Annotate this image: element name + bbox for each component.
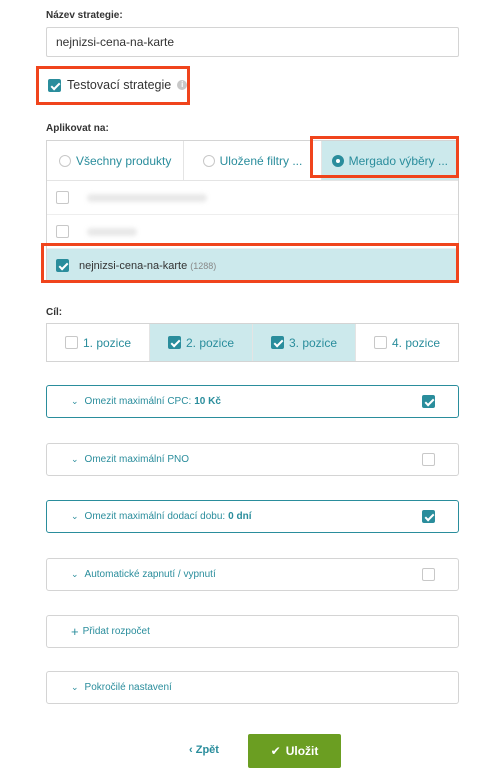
panel-label: Omezit maximální PNO — [84, 454, 190, 465]
check-icon: ✔ — [270, 744, 281, 758]
apply-to-label: Aplikovat na: — [46, 123, 109, 134]
goal-label: 2. pozice — [185, 335, 235, 350]
radio-icon — [202, 154, 215, 167]
max-cpc-checkbox[interactable] — [422, 395, 435, 408]
goal-label: 4. pozice — [391, 335, 441, 350]
chevron-down-icon: ⌄ — [71, 682, 79, 692]
chevron-left-icon: ‹ — [189, 744, 193, 756]
max-delivery-checkbox[interactable] — [422, 510, 435, 523]
checkbox — [270, 336, 284, 349]
panel-label: Automatické zapnutí / vypnutí — [84, 569, 216, 580]
tab-all-products[interactable]: Všechny produkty — [47, 141, 185, 180]
goal-label: Cíl: — [46, 307, 63, 318]
save-label: Uložit — [285, 744, 319, 758]
info-icon[interactable]: i — [177, 80, 188, 90]
checkbox — [167, 336, 181, 349]
chevron-down-icon: ⌄ — [71, 396, 79, 406]
panel-label: Pokročilé nastavení — [84, 682, 172, 693]
goal-option-3[interactable]: 3. pozice — [253, 324, 356, 361]
test-strategy-label: Testovací strategie — [67, 78, 172, 92]
panel-value: 10 Kč — [194, 396, 221, 407]
goal-options: 1. pozice 2. pozice 3. pozice 4. pozice — [46, 323, 459, 362]
strategy-name-input[interactable]: nejnizsi-cena-na-karte — [46, 27, 459, 57]
test-strategy-row[interactable]: Testovací strategie i — [48, 78, 188, 92]
tab-saved-filters[interactable]: Uložené filtry ... — [184, 141, 322, 180]
list-item[interactable] — [47, 181, 458, 215]
goal-label: 1. pozice — [82, 335, 132, 350]
tab-label: Uložené filtry ... — [219, 153, 303, 168]
strategy-name-label: Název strategie: — [46, 10, 123, 21]
save-button[interactable]: ✔ Uložit — [248, 734, 341, 768]
chevron-down-icon: ⌄ — [71, 511, 79, 521]
add-budget-panel[interactable]: + Přidat rozpočet — [46, 615, 459, 648]
blurred-text — [87, 227, 137, 236]
tab-label: Všechny produkty — [75, 153, 172, 168]
checkbox — [373, 336, 387, 349]
max-pno-panel[interactable]: ⌄ Omezit maximální PNO — [46, 443, 459, 476]
list-item-checkbox[interactable] — [56, 191, 69, 204]
max-cpc-panel[interactable]: ⌄ Omezit maximální CPC: 10 Kč — [46, 385, 459, 418]
goal-option-2[interactable]: 2. pozice — [150, 324, 253, 361]
goal-option-1[interactable]: 1. pozice — [47, 324, 150, 361]
highlight-box — [310, 136, 459, 178]
test-strategy-checkbox[interactable] — [48, 78, 61, 92]
list-item-checkbox[interactable] — [56, 225, 69, 238]
panel-label: Omezit maximální dodací dobu: — [84, 511, 226, 522]
panel-label: Omezit maximální CPC: — [84, 396, 192, 407]
chevron-down-icon: ⌄ — [71, 454, 79, 464]
goal-label: 3. pozice — [288, 335, 338, 350]
auto-toggle-checkbox[interactable] — [422, 568, 435, 581]
max-delivery-panel[interactable]: ⌄ Omezit maximální dodací dobu: 0 dní — [46, 500, 459, 533]
panel-value: 0 dní — [228, 511, 252, 522]
checkbox — [64, 336, 78, 349]
highlight-box — [41, 243, 459, 283]
auto-toggle-panel[interactable]: ⌄ Automatické zapnutí / vypnutí — [46, 558, 459, 591]
radio-icon — [58, 154, 71, 167]
advanced-settings-panel[interactable]: ⌄ Pokročilé nastavení — [46, 671, 459, 704]
blurred-text — [87, 193, 207, 202]
plus-icon: + — [71, 624, 79, 639]
back-link[interactable]: ‹ Zpět — [189, 744, 219, 756]
chevron-down-icon: ⌄ — [71, 569, 79, 579]
back-label: Zpět — [195, 744, 219, 756]
max-pno-checkbox[interactable] — [422, 453, 435, 466]
panel-label: Přidat rozpočet — [82, 626, 150, 637]
goal-option-4[interactable]: 4. pozice — [356, 324, 458, 361]
